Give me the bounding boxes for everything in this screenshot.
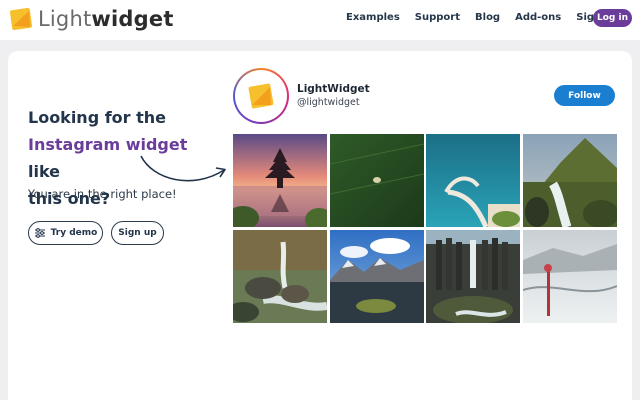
avatar-inner [235, 70, 287, 122]
headline-line2-rest: like [28, 162, 61, 181]
nav-blog[interactable]: Blog [475, 12, 500, 23]
brand-logo[interactable]: Lightwidget [9, 7, 174, 31]
top-header: Lightwidget Examples Support Blog Add-on… [0, 0, 640, 40]
follow-button[interactable]: Follow [554, 85, 615, 106]
profile-avatar[interactable] [233, 68, 289, 124]
nav-examples[interactable]: Examples [346, 12, 400, 23]
hero-subtext: You are in the right place! [28, 187, 177, 201]
brand-name-light: Light [38, 7, 92, 31]
photo-mountain-waterfall[interactable] [522, 134, 617, 227]
profile-handle: @lightwidget [297, 97, 360, 108]
photo-green-field[interactable] [329, 134, 424, 227]
brand-name-widget: widget [91, 7, 174, 31]
photo-basalt-waterfall[interactable] [426, 230, 521, 323]
brand-name: Lightwidget [38, 7, 174, 31]
profile-name: LightWidget [297, 83, 370, 95]
photo-mountain-beach[interactable] [329, 230, 424, 323]
photo-waterfall-rocks[interactable] [233, 230, 327, 323]
sliders-icon [34, 228, 45, 238]
nav-support[interactable]: Support [415, 12, 460, 23]
photo-temple-sunset[interactable] [233, 134, 327, 227]
login-button[interactable]: Log in [593, 9, 632, 27]
try-demo-button[interactable]: Try demo [28, 221, 103, 245]
hero-sign-up-button[interactable]: Sign up [111, 221, 164, 245]
instagram-photo-grid [233, 134, 617, 324]
lightwidget-logo-icon [9, 7, 33, 31]
headline-line1: Looking for the [28, 108, 167, 127]
photo-glacier-ice[interactable] [522, 230, 617, 323]
curved-arrow-icon [140, 155, 226, 182]
photo-ocean-pier[interactable] [426, 134, 521, 227]
lightwidget-avatar-icon [248, 83, 274, 109]
try-demo-label: Try demo [50, 228, 98, 238]
main-nav: Examples Support Blog Add-ons Sign up [346, 12, 634, 23]
nav-add-ons[interactable]: Add-ons [515, 12, 561, 23]
